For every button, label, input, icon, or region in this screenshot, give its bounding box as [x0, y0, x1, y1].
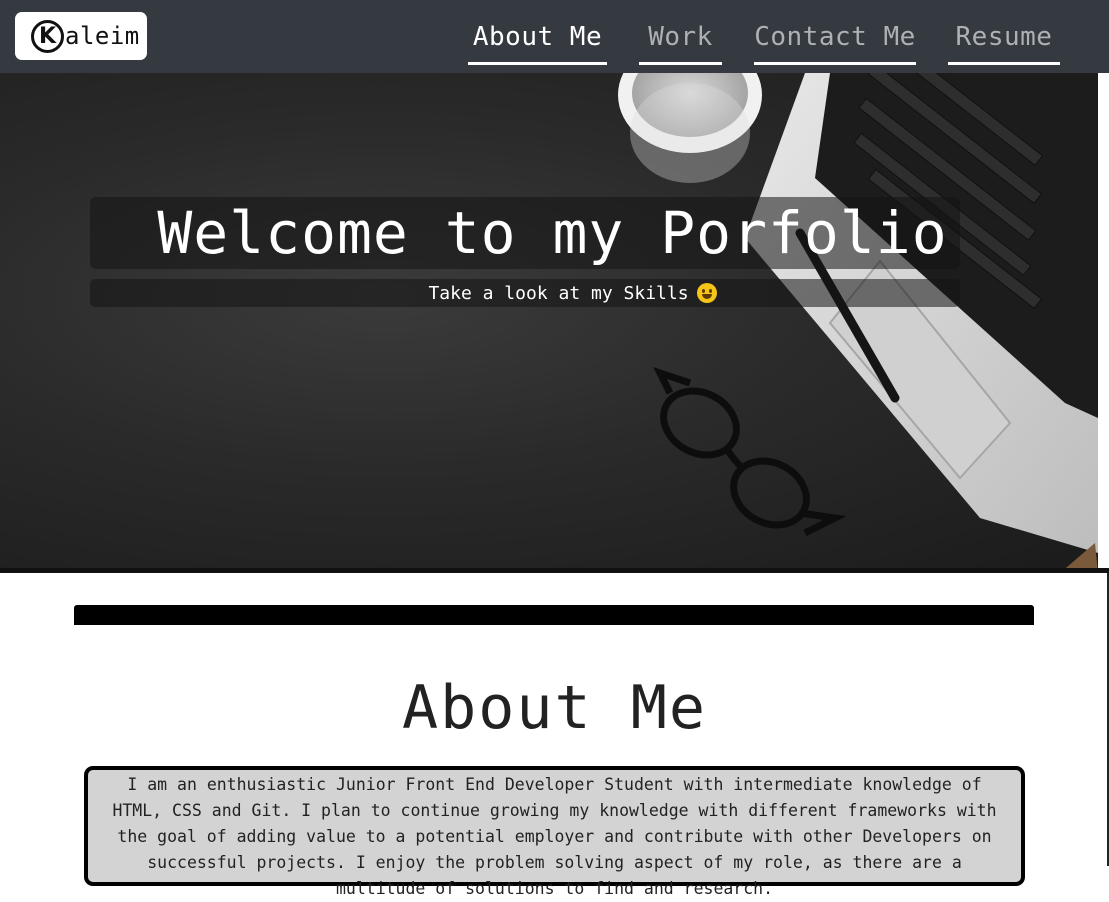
hero-banner: Welcome to my Porfolio Take a look at my… [0, 73, 1098, 568]
nav-work[interactable]: Work [639, 12, 722, 65]
hero-title: Welcome to my Porfolio [157, 199, 948, 267]
navbar: K aleim About Me Work Contact Me Resume [0, 0, 1109, 73]
logo[interactable]: K aleim [15, 12, 147, 60]
laptop-image [745, 73, 1098, 568]
grinning-face-icon [696, 283, 717, 303]
logo-text: aleim [65, 22, 140, 50]
coffee-cup-image [618, 73, 762, 183]
nav-resume[interactable]: Resume [948, 12, 1060, 65]
about-description-box: I am an enthusiastic Junior Front End De… [84, 766, 1025, 898]
section-divider-bar [74, 605, 1034, 625]
about-heading: About Me [402, 673, 707, 743]
desk-background-image [618, 73, 1098, 568]
about-description-text: I am an enthusiastic Junior Front End De… [112, 775, 997, 898]
logo-k-icon: K [31, 19, 64, 53]
nav-about-me[interactable]: About Me [468, 12, 607, 65]
hero-subtitle-text: Take a look at my Skills [428, 282, 689, 304]
hero-subtitle: Take a look at my Skills [90, 279, 1055, 307]
page-gutter [1098, 73, 1109, 568]
glasses-image [653, 367, 847, 537]
hero-divider [0, 568, 1109, 573]
nav-contact-me[interactable]: Contact Me [754, 12, 916, 65]
